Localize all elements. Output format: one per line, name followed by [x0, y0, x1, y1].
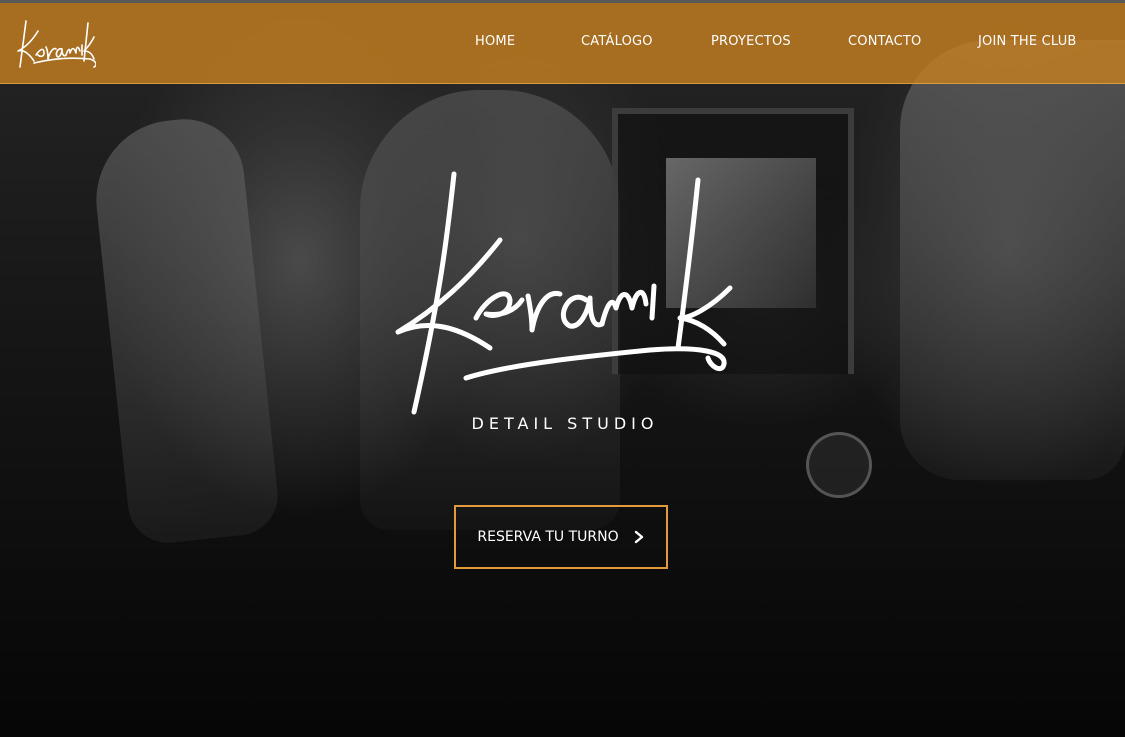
hero-tagline: DETAIL STUDIO: [471, 414, 659, 433]
background-person-right: [900, 40, 1125, 480]
reserve-appointment-button[interactable]: RESERVA TU TURNO: [454, 505, 668, 569]
background-person-left: [88, 113, 282, 547]
nav-item-join-the-club[interactable]: JOIN THE CLUB: [978, 34, 1077, 49]
nav-item-home[interactable]: HOME: [475, 34, 515, 49]
reserve-appointment-label: RESERVA TU TURNO: [477, 529, 619, 545]
nav-item-contacto[interactable]: CONTACTO: [848, 34, 921, 49]
nav-item-catalogo[interactable]: CATÁLOGO: [581, 34, 653, 49]
page: HOME CATÁLOGO PROYECTOS CONTACTO JOIN TH…: [0, 0, 1125, 737]
main-nav: HOME CATÁLOGO PROYECTOS CONTACTO JOIN TH…: [0, 3, 1125, 83]
background-car-emblem: [806, 432, 872, 498]
keramik-logo-hero: [395, 171, 733, 415]
nav-item-proyectos[interactable]: PROYECTOS: [711, 34, 791, 49]
header-navbar: HOME CATÁLOGO PROYECTOS CONTACTO JOIN TH…: [0, 3, 1125, 84]
chevron-right-icon: [634, 530, 643, 544]
